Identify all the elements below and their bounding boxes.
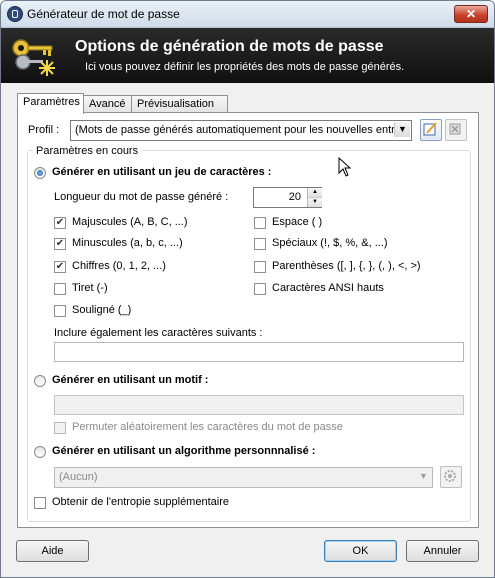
digits-label: Chiffres (0, 1, 2, ...) bbox=[72, 260, 166, 272]
ok-button[interactable]: OK bbox=[324, 540, 397, 562]
special-checkbox[interactable] bbox=[254, 238, 266, 250]
underscore-label: Souligné (_) bbox=[72, 304, 132, 316]
spin-down-icon[interactable]: ▼ bbox=[307, 197, 322, 207]
length-value: 20 bbox=[288, 191, 301, 203]
brackets-checkbox[interactable] bbox=[254, 261, 266, 273]
include-chars-input[interactable] bbox=[54, 342, 464, 362]
profile-select[interactable]: (Mots de passe générés automatiquement p… bbox=[70, 120, 412, 141]
custom-algo-settings-button[interactable] bbox=[440, 466, 462, 488]
cancel-button[interactable]: Annuler bbox=[406, 540, 479, 562]
digits-checkbox[interactable]: ✔ bbox=[54, 261, 66, 273]
banner-title: Options de génération de mots de passe bbox=[75, 38, 384, 55]
custom-algo-select[interactable]: (Aucun) ▼ bbox=[54, 467, 433, 488]
entropy-checkbox[interactable] bbox=[34, 497, 46, 509]
permute-checkbox[interactable] bbox=[54, 422, 66, 434]
window-title: Générateur de mot de passe bbox=[27, 7, 180, 21]
spin-up-icon[interactable]: ▲ bbox=[307, 188, 322, 197]
dash-label: Tiret (-) bbox=[72, 282, 108, 294]
charset-radio-label: Générer en utilisant un jeu de caractère… bbox=[52, 166, 272, 178]
save-profile-button[interactable] bbox=[420, 119, 442, 141]
special-label: Spéciaux (!, $, %, &, ...) bbox=[272, 237, 388, 249]
keys-icon bbox=[12, 39, 55, 76]
current-settings-caption: Paramètres en cours bbox=[33, 145, 142, 157]
tab-parametres[interactable]: Paramètres bbox=[17, 93, 84, 114]
include-chars-label: Inclure également les caractères suivant… bbox=[54, 327, 263, 339]
pattern-input[interactable] bbox=[54, 395, 464, 415]
lowercase-label: Minuscules (a, b, c, ...) bbox=[72, 237, 183, 249]
chevron-down-icon: ▼ bbox=[416, 469, 431, 484]
length-stepper[interactable]: 20 ▲ ▼ bbox=[253, 187, 322, 208]
mouse-cursor-icon bbox=[338, 157, 352, 177]
save-profile-icon bbox=[423, 122, 437, 136]
gear-icon bbox=[444, 470, 456, 482]
permute-label: Permuter aléatoirement les caractères du… bbox=[72, 421, 343, 433]
length-label: Longueur du mot de passe généré : bbox=[54, 191, 229, 203]
profile-select-value: (Mots de passe générés automatiquement p… bbox=[75, 124, 408, 136]
brackets-label: Parenthèses ([, ], {, }, (, ), <, >) bbox=[272, 260, 421, 272]
keepass-lock-icon bbox=[7, 6, 23, 22]
close-button[interactable]: ✕ bbox=[454, 5, 488, 23]
space-label: Espace ( ) bbox=[272, 216, 323, 228]
high-ansi-label: Caractères ANSI hauts bbox=[272, 282, 384, 294]
pattern-radio-label: Générer en utilisant un motif : bbox=[52, 374, 209, 386]
uppercase-label: Majuscules (A, B, C, ...) bbox=[72, 216, 188, 228]
custom-algo-radio[interactable] bbox=[34, 446, 46, 458]
custom-algo-radio-label: Générer en utilisant un algorithme perso… bbox=[52, 445, 316, 457]
dash-checkbox[interactable] bbox=[54, 283, 66, 295]
uppercase-checkbox[interactable]: ✔ bbox=[54, 217, 66, 229]
custom-algo-value: (Aucun) bbox=[59, 471, 98, 483]
header-banner: Options de génération de mots de passe I… bbox=[1, 28, 494, 83]
space-checkbox[interactable] bbox=[254, 217, 266, 229]
delete-profile-icon bbox=[449, 123, 461, 135]
underscore-checkbox[interactable] bbox=[54, 305, 66, 317]
profile-label: Profil : bbox=[28, 124, 60, 136]
title-bar: Générateur de mot de passe ✕ bbox=[1, 1, 494, 28]
pattern-radio[interactable] bbox=[34, 375, 46, 387]
tab-previsualisation[interactable]: Prévisualisation bbox=[131, 95, 228, 113]
tab-avance[interactable]: Avancé bbox=[83, 95, 132, 113]
charset-radio[interactable] bbox=[34, 167, 46, 179]
high-ansi-checkbox[interactable] bbox=[254, 283, 266, 295]
entropy-label: Obtenir de l'entropie supplémentaire bbox=[52, 496, 229, 508]
help-button[interactable]: Aide bbox=[16, 540, 89, 562]
banner-subtitle: Ici vous pouvez définir les propriétés d… bbox=[85, 61, 405, 73]
delete-profile-button[interactable] bbox=[445, 119, 467, 141]
lowercase-checkbox[interactable]: ✔ bbox=[54, 238, 66, 250]
chevron-down-icon: ▼ bbox=[394, 122, 410, 137]
